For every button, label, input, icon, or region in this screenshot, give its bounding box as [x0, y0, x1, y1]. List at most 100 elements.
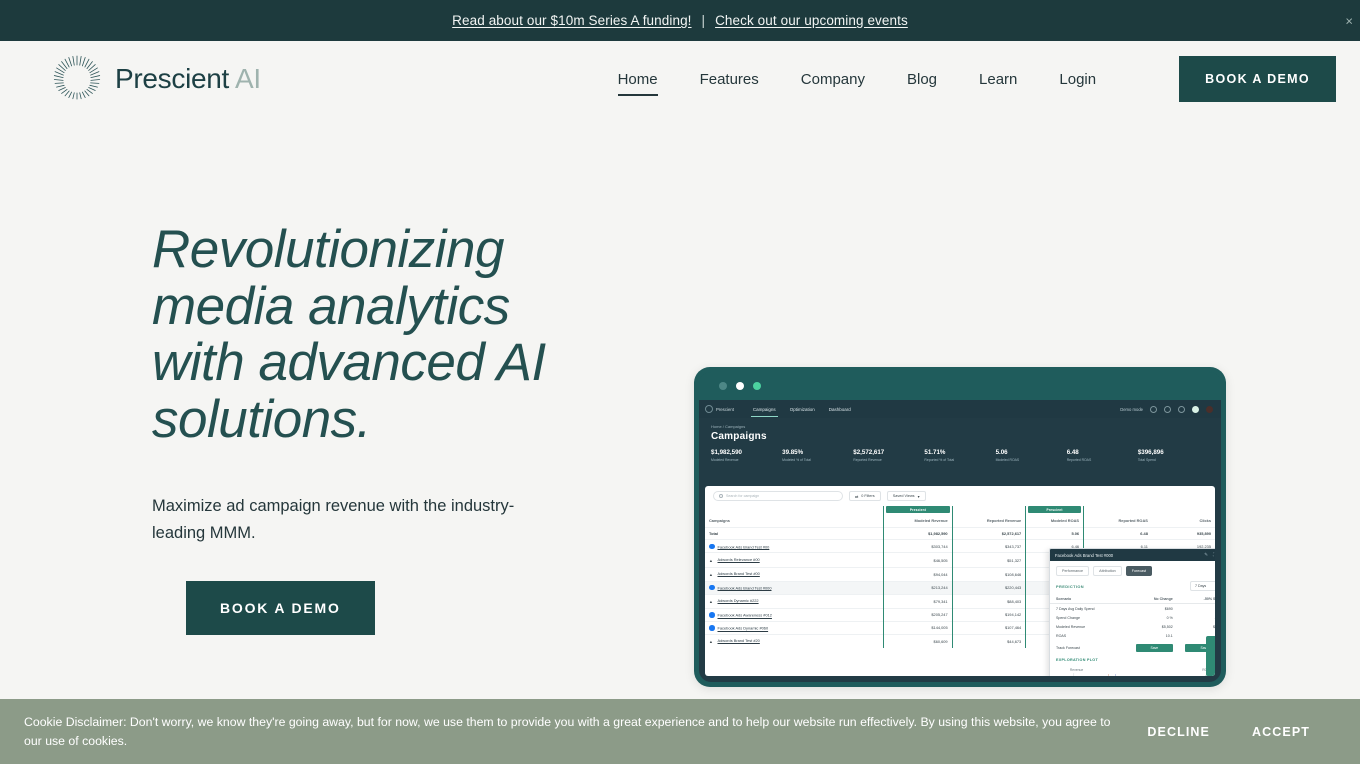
scenario-minus50: -50 % — [1179, 613, 1216, 622]
th-modeled-roas[interactable]: Modeled ROAS — [1025, 515, 1085, 528]
kpi-value: 39.85% — [782, 449, 804, 456]
brand-wordmark: Prescient AI — [115, 63, 261, 95]
adwords-icon: ▲ — [709, 599, 713, 605]
app-logo-icon — [705, 405, 713, 413]
saved-views-dropdown[interactable]: Saved Views ▾ — [886, 491, 926, 501]
panel-tab-forecast[interactable]: Forecast — [1125, 566, 1153, 576]
adwords-icon: ▲ — [709, 639, 713, 645]
scenario-minus50: $3,497 — [1213, 625, 1215, 630]
prediction-row: PREDICTION 7 Days ▾ — [1050, 579, 1215, 591]
cell-name[interactable]: ▲ Adwords Brand Test #00 — [705, 567, 884, 581]
brand-name: Prescient — [115, 63, 230, 94]
cell-reported-revenue: $2,572,617 — [1001, 531, 1022, 537]
campaigns-toolbar: Search for campaign ⇄ 0 Filters Saved Vi… — [705, 486, 1215, 506]
panel-tabs: Performance Attribution Forecast — [1050, 561, 1215, 579]
cell-reported-roas: 6.48 — [1140, 531, 1148, 537]
nav-item-blog[interactable]: Blog — [886, 72, 958, 87]
app-tab-optimization[interactable]: Optimization — [783, 407, 822, 412]
announcement-link-funding[interactable]: Read about our $10m Series A funding! — [452, 13, 691, 28]
app-page-title: Campaigns — [711, 431, 767, 442]
announcement-bar: Read about our $10m Series A funding! | … — [0, 0, 1360, 41]
cookie-actions: DECLINE ACCEPT — [1147, 725, 1336, 739]
nav-item-features[interactable]: Features — [679, 72, 780, 87]
cookie-decline-button[interactable]: DECLINE — [1147, 725, 1210, 739]
cell-modeled-roas: 5.06 — [1025, 527, 1085, 540]
demo-mode-label: Demo mode — [1120, 406, 1143, 412]
panel-tab-attribution[interactable]: Attribution — [1093, 566, 1122, 576]
gear-icon[interactable] — [1150, 405, 1157, 413]
cell-name[interactable]: Facebook Ads Brand Test #000 — [705, 581, 884, 594]
cell-name: Total — [709, 531, 719, 537]
th-reported-revenue[interactable]: Reported Revenue — [952, 515, 1026, 527]
cell-name[interactable]: ▲ Adwords Relevance #00 — [705, 553, 884, 567]
scenario-row: Modeled Revenue $5,502 $3,497 — [1050, 623, 1215, 632]
feedback-tab[interactable] — [1206, 636, 1215, 676]
announcement-link-events[interactable]: Check out our upcoming events — [715, 13, 908, 28]
exploration-plot-title: EXPLORATION PLOT — [1056, 658, 1099, 663]
hero-section: Revolutionizing media analytics with adv… — [0, 117, 1360, 700]
scenario-no-change: 0 % — [1166, 615, 1173, 620]
cookie-accept-button[interactable]: ACCEPT — [1252, 725, 1310, 739]
nav-item-company[interactable]: Company — [780, 72, 886, 87]
expand-icon[interactable]: ⛶ — [1213, 552, 1215, 558]
adwords-icon: ▲ — [709, 557, 713, 563]
cell-reported-revenue: $107,464 — [1004, 625, 1022, 631]
filters-label: 0 Filters — [861, 494, 875, 498]
app-navbar: Prescient Campaigns Optimization Dashboa… — [699, 400, 1221, 418]
kpi-value: $2,572,617 — [853, 449, 885, 456]
app-tab-dashboard[interactable]: Dashboard — [822, 407, 858, 412]
kpi-reported-revenue: $2,572,617 Reported Revenue — [853, 449, 924, 462]
user-menu-icon[interactable] — [1206, 405, 1213, 413]
th-no-change: No Change — [1129, 594, 1179, 605]
avatar[interactable] — [1192, 405, 1199, 413]
th-clicks[interactable]: Clicks — [1152, 515, 1215, 527]
cell-name[interactable]: Facebook Ads Dynamic #060 — [705, 621, 884, 634]
th-campaigns[interactable]: Campaigns — [705, 515, 884, 527]
hero-book-demo-button[interactable]: BOOK A DEMO — [186, 581, 375, 636]
scenario-label: Spend Change — [1056, 615, 1080, 620]
brand-logo[interactable]: Prescient AI — [52, 54, 261, 104]
cell-name[interactable]: ▲ Adwords Dynamic #222 — [705, 594, 884, 608]
th-modeled-revenue[interactable]: Modeled Revenue — [883, 515, 953, 528]
kpi-label: Reported % of Total — [924, 457, 955, 462]
cell-name[interactable]: Facebook Ads Brand Test #00 — [705, 540, 884, 553]
scenario-row: Spend Change 0 % -50 % — [1050, 613, 1215, 622]
cell-name[interactable]: ▲ Adwords Brand Test #20 — [705, 635, 884, 649]
scenario-no-change: 10.1 — [1165, 634, 1173, 639]
kpi-label: Reported ROAS — [1066, 457, 1092, 462]
kpi-modeled-roas: 5.06 Modeled ROAS — [996, 449, 1067, 462]
help-icon[interactable] — [1178, 405, 1185, 413]
nav-item-login[interactable]: Login — [1038, 72, 1117, 87]
kpi-reported-roas: 6.48 Reported ROAS — [1067, 449, 1138, 462]
cell-reported-revenue: $88,403 — [1007, 598, 1022, 604]
nav-item-home[interactable]: Home — [597, 72, 679, 96]
cell-reported-revenue: $343,737 — [1004, 543, 1022, 549]
header-book-demo-button[interactable]: BOOK A DEMO — [1179, 56, 1336, 102]
cell-reported-revenue: $220,443 — [1004, 585, 1022, 591]
cell-reported-revenue: $44,673 — [1007, 639, 1022, 645]
table-row-total: Total $1,982,590 $2,572,617 5.06 6.48 93… — [705, 527, 1215, 540]
nav-item-learn[interactable]: Learn — [958, 72, 1038, 87]
kpi-modeled-revenue: $1,982,590 Modeled Revenue — [711, 449, 782, 462]
app-navbar-right: Demo mode — [1120, 405, 1213, 413]
cell-reported-revenue: $51,327 — [1007, 557, 1022, 563]
panel-actions: ✎ ⛶ ✕ — [1204, 552, 1215, 558]
search-input[interactable]: Search for campaign — [713, 491, 843, 501]
facebook-icon — [709, 543, 715, 550]
period-dropdown[interactable]: 7 Days ▾ — [1190, 581, 1215, 591]
th-reported-roas[interactable]: Reported ROAS — [1084, 515, 1152, 527]
app-tab-campaigns[interactable]: Campaigns — [746, 407, 783, 417]
edit-icon[interactable]: ✎ — [1204, 552, 1208, 558]
scenario-label: Track Forecast — [1056, 645, 1080, 650]
kpi-value: $396,896 — [1137, 449, 1164, 456]
filters-button[interactable]: ⇄ 0 Filters — [849, 491, 881, 501]
product-screenshot: Prescient Campaigns Optimization Dashboa… — [694, 367, 1226, 687]
panel-tab-performance[interactable]: Performance — [1056, 566, 1090, 576]
save-forecast-button-left[interactable]: Save — [1135, 643, 1173, 652]
kpi-label: Reported Revenue — [853, 457, 882, 462]
cell-name[interactable]: Facebook Ads Awareness #012 — [705, 608, 884, 621]
panel-title: Facebook Ads Brand Test #000 — [1055, 552, 1114, 558]
close-icon[interactable]: × — [1345, 14, 1353, 27]
exploration-plot: Revenue ROAS — [1056, 664, 1215, 676]
bell-icon[interactable] — [1164, 405, 1171, 413]
